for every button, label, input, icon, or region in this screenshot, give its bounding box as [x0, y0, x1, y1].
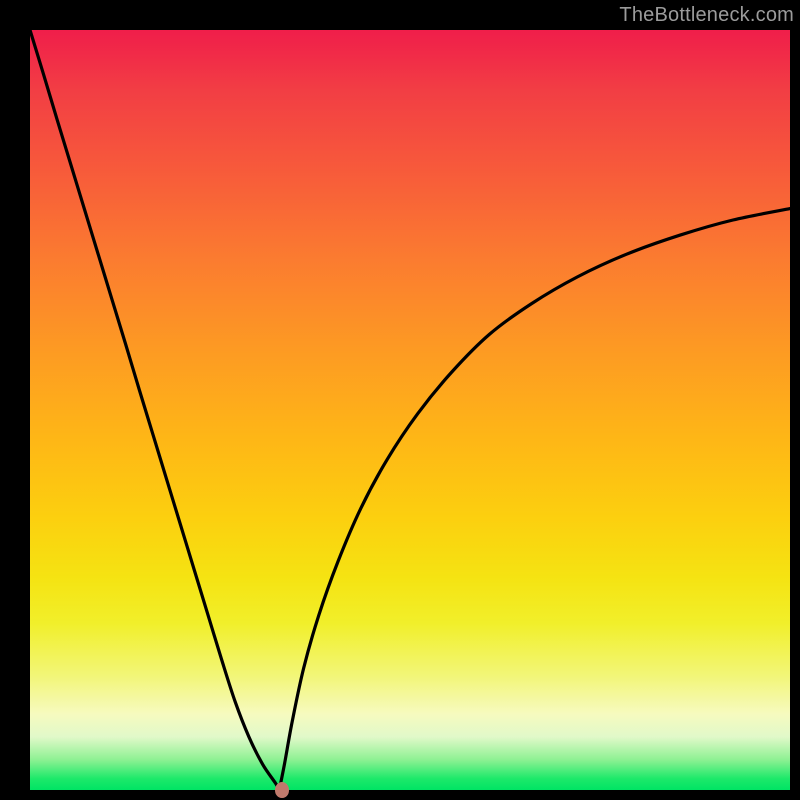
bottleneck-curve — [30, 30, 790, 790]
chart-stage: TheBottleneck.com — [0, 0, 800, 800]
minimum-marker — [275, 782, 289, 798]
curve-right-branch — [279, 209, 790, 790]
curve-left-branch — [30, 30, 279, 790]
plot-area — [30, 30, 790, 790]
watermark-text: TheBottleneck.com — [619, 4, 794, 27]
